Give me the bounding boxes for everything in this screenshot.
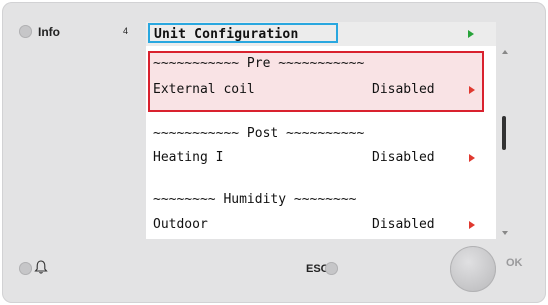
bell-icon [34,260,48,274]
red-triangle-right-icon[interactable] [469,86,475,94]
scrollbar-thumb[interactable] [502,116,506,150]
value-external-coil[interactable]: Disabled [372,82,435,97]
value-heating-i[interactable]: Disabled [372,150,435,165]
item-external-coil[interactable]: External coil [153,82,255,97]
item-outdoor[interactable]: Outdoor [153,217,208,232]
title-highlight[interactable]: Unit Configuration [148,23,338,43]
esc-button[interactable] [325,262,338,275]
screen-title: Unit Configuration [154,27,299,42]
red-triangle-right-icon[interactable] [469,221,475,229]
alarm-button[interactable] [19,262,32,275]
section-header-post: ~~~~~~~~~~~ Post ~~~~~~~~~~ [153,126,365,141]
info-label: Info [38,25,60,39]
value-outdoor[interactable]: Disabled [372,217,435,232]
item-heating-i[interactable]: Heating I [153,150,223,165]
ok-label: OK [506,257,523,269]
scroll-up-icon[interactable] [502,50,508,54]
green-triangle-right-icon [468,30,474,38]
section-header-pre: ~~~~~~~~~~~ Pre ~~~~~~~~~~~ [153,56,365,71]
info-button[interactable] [19,25,32,38]
red-triangle-right-icon[interactable] [469,154,475,162]
section-header-humidity: ~~~~~~~~ Humidity ~~~~~~~~ [153,192,357,207]
title-bar: Unit Configuration [146,22,496,46]
page-number: 4 [123,26,129,36]
lcd-screen: Unit Configuration ~~~~~~~~~~~ Pre ~~~~~… [146,22,496,239]
scroll-down-icon[interactable] [502,231,508,235]
ok-knob[interactable] [450,246,496,292]
